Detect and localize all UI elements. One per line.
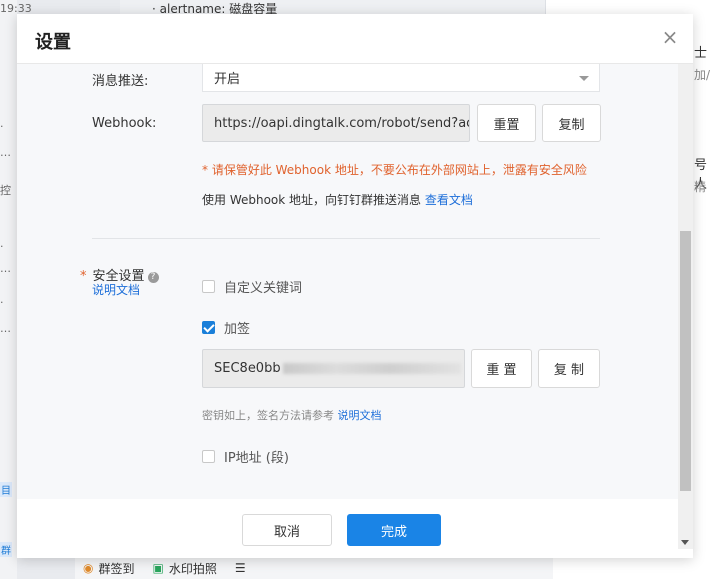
- watermark-photo-button[interactable]: ▣ 水印拍照: [153, 560, 217, 577]
- bg-fragment: …: [0, 146, 11, 159]
- camera-icon: ▣: [152, 561, 164, 575]
- bg-fragment: …: [0, 262, 11, 275]
- background-bottom-toolbar: ◉ 群签到 ▣ 水印拍照 ☰: [75, 557, 553, 579]
- scroll-down-arrow-icon[interactable]: [681, 540, 689, 545]
- ip-option[interactable]: IP地址 (段): [202, 447, 289, 466]
- background-message: · alertname: 磁盘容量: [120, 0, 545, 16]
- group-sign-in-button[interactable]: ◉ 群签到: [83, 560, 135, 577]
- dialog-header: 设置 ×: [17, 14, 693, 64]
- secret-key-field[interactable]: SEC8e0bb: [202, 349, 465, 388]
- webhook-label: Webhook:: [92, 116, 157, 131]
- webhook-url-field[interactable]: https://oapi.dingtalk.com/robot/send?ac: [202, 104, 470, 142]
- help-icon[interactable]: ?: [147, 272, 159, 283]
- scrollbar-thumb[interactable]: [680, 231, 691, 491]
- signature-option[interactable]: 加签: [202, 318, 250, 337]
- bg-fragment: 士: [694, 46, 708, 61]
- bg-fragment: ·: [0, 120, 4, 133]
- dialog-title: 设置: [35, 32, 71, 53]
- background-left-pane: 19:33 · … 控 · … · … 目 群: [0, 0, 32, 579]
- webhook-copy-button[interactable]: 复制: [542, 104, 601, 142]
- message-push-select[interactable]: 开启: [202, 64, 600, 92]
- redacted-secret: [282, 363, 461, 374]
- bg-fragment: 精: [694, 180, 707, 194]
- webhook-reset-button[interactable]: 重置: [477, 104, 536, 142]
- message-push-label: 消息推送:: [92, 74, 149, 89]
- keyword-checkbox[interactable]: [202, 280, 215, 293]
- view-docs-link[interactable]: 查看文档: [425, 193, 473, 207]
- bg-fragment: 群: [0, 542, 12, 557]
- required-mark: *: [80, 269, 87, 284]
- ip-label: IP地址 (段): [224, 451, 289, 466]
- dialog-scrollbar[interactable]: [678, 64, 693, 549]
- webhook-usage-note: 使用 Webhook 地址，向钉钉群推送消息 查看文档: [202, 193, 473, 207]
- signature-hint: 密钥如上，签名方法请参考 说明文档: [202, 409, 382, 422]
- settings-dialog: 设置 × 消息推送: 开启 Webhook: https://oapi.ding…: [17, 14, 693, 558]
- secret-reset-button[interactable]: 重 置: [471, 349, 532, 388]
- signature-doc-link[interactable]: 说明文档: [338, 409, 382, 422]
- bg-fragment: 控: [0, 184, 11, 197]
- chevron-down-icon: [579, 76, 589, 81]
- keyword-option[interactable]: 自定义关键词: [202, 277, 302, 296]
- secret-copy-button[interactable]: 复 制: [538, 349, 600, 388]
- cancel-button[interactable]: 取消: [242, 514, 332, 546]
- bg-fragment: …: [0, 322, 11, 335]
- more-menu-icon[interactable]: ☰: [235, 561, 246, 575]
- location-pin-icon: ◉: [83, 561, 94, 575]
- keyword-label: 自定义关键词: [224, 281, 303, 296]
- confirm-button[interactable]: 完成: [347, 514, 441, 546]
- bg-fragment: 目: [0, 482, 12, 497]
- security-doc-link[interactable]: 说明文档: [92, 281, 140, 298]
- section-divider: [92, 238, 600, 239]
- dialog-body: 消息推送: 开启 Webhook: https://oapi.dingtalk.…: [17, 64, 678, 499]
- signature-checkbox[interactable]: [202, 321, 215, 334]
- dialog-footer: 取消 完成: [17, 499, 678, 558]
- ip-checkbox[interactable]: [202, 450, 215, 463]
- message-push-value: 开启: [214, 72, 241, 87]
- bg-fragment: 加/: [694, 68, 710, 82]
- close-icon[interactable]: ×: [661, 27, 679, 47]
- signature-label: 加签: [224, 322, 251, 337]
- webhook-security-warning: * 请保管好此 Webhook 地址，不要公布在外部网站上，泄露有安全风险: [202, 163, 587, 177]
- bg-fragment: ·: [0, 240, 4, 253]
- bg-fragment: ·: [0, 296, 4, 309]
